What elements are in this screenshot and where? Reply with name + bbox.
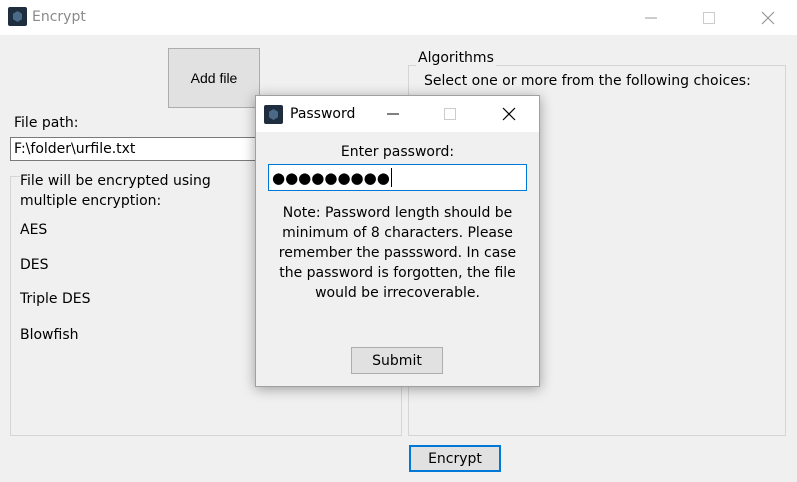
minimize-button[interactable]: [622, 0, 680, 35]
minimize-icon: [645, 17, 657, 18]
password-prompt-label: Enter password:: [340, 144, 455, 160]
dialog-close-button[interactable]: [486, 96, 532, 132]
dialog-maximize-button[interactable]: [427, 96, 473, 132]
dialog-app-icon: [264, 105, 283, 124]
encryption-info-text: File will be encrypted using multiple en…: [20, 171, 260, 211]
text-caret: [390, 168, 392, 187]
password-dialog: Password Enter password: ●●●●●●●●● Note:…: [255, 95, 540, 387]
algorithm-item-triple-des: Triple DES: [20, 291, 91, 307]
submit-button[interactable]: Submit: [351, 347, 443, 374]
minimize-icon: [387, 113, 399, 115]
maximize-icon: [703, 11, 715, 24]
password-note: Note: Password length should be minimum …: [278, 205, 517, 301]
algorithms-legend: Algorithms: [416, 50, 496, 66]
close-icon: [502, 107, 516, 121]
dialog-minimize-button[interactable]: [370, 96, 416, 132]
password-masked-value: ●●●●●●●●●: [272, 168, 390, 187]
close-button[interactable]: [739, 0, 797, 35]
maximize-button[interactable]: [680, 0, 738, 35]
close-icon: [761, 11, 775, 24]
add-file-button[interactable]: Add file: [168, 48, 260, 108]
algorithms-instruction: Select one or more from the following ch…: [424, 73, 751, 89]
dialog-titlebar[interactable]: Password: [256, 96, 539, 132]
maximize-icon: [444, 108, 456, 120]
app-icon: [8, 7, 27, 26]
file-path-label: File path:: [14, 115, 79, 131]
window-titlebar[interactable]: Encrypt: [0, 0, 797, 35]
algorithm-item-aes: AES: [20, 222, 48, 238]
password-input[interactable]: ●●●●●●●●●: [268, 164, 527, 191]
dialog-title: Password: [290, 106, 356, 122]
encrypt-button[interactable]: Encrypt: [409, 445, 501, 472]
window-title: Encrypt: [32, 9, 86, 25]
algorithm-item-des: DES: [20, 257, 49, 273]
algorithm-item-blowfish: Blowfish: [20, 327, 79, 343]
